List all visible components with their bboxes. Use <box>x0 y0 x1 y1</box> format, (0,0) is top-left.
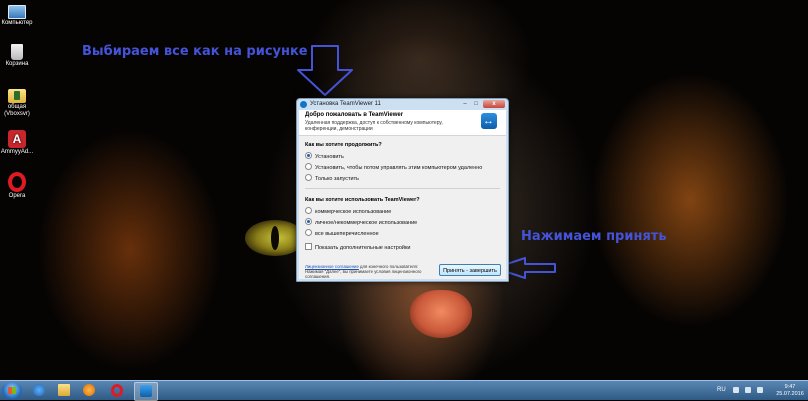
taskbar-teamviewer[interactable] <box>134 382 158 401</box>
internet-explorer-icon <box>33 384 45 396</box>
dialog-title: Установка TeamViewer 11 <box>310 101 381 107</box>
tray-arrow-icon[interactable] <box>733 387 739 393</box>
taskbar-media-player[interactable] <box>78 382 100 399</box>
divider <box>305 188 500 189</box>
teamviewer-icon <box>140 385 152 397</box>
license-text: Лицензионное соглашение для конечного по… <box>305 264 422 279</box>
checkbox-advanced-settings[interactable]: Показать дополнительные настройки <box>305 243 410 252</box>
minimize-button[interactable]: – <box>460 100 470 108</box>
radio-commercial[interactable]: коммерческое использование <box>305 207 391 216</box>
taskbar: RU 9:47 25.07.2016 <box>0 380 808 401</box>
header-subtitle: Удаленная поддержка, доступ к собственно… <box>305 120 443 132</box>
checkbox-icon <box>305 243 312 251</box>
radio-selected-icon <box>305 218 312 226</box>
dialog-footer: Лицензионное соглашение для конечного по… <box>299 261 506 279</box>
dialog-body: Как вы хотите продолжить? Установить Уст… <box>299 136 506 261</box>
radio-run-only[interactable]: Только запустить <box>305 174 359 183</box>
volume-icon[interactable] <box>757 387 763 393</box>
clock-date: 25.07.2016 <box>776 391 804 397</box>
dialog-titlebar[interactable]: Установка TeamViewer 11 – □ x <box>297 99 508 110</box>
maximize-button[interactable]: □ <box>471 100 481 108</box>
network-icon[interactable] <box>745 387 751 393</box>
question-how-use: Как вы хотите использовать TeamViewer? <box>305 197 420 203</box>
radio-icon <box>305 163 312 171</box>
radio-install[interactable]: Установить <box>305 152 344 161</box>
radio-selected-icon <box>305 152 312 160</box>
radio-icon <box>305 207 312 215</box>
media-player-icon <box>83 384 95 396</box>
teamviewer-setup-dialog: Установка TeamViewer 11 – □ x Добро пожа… <box>296 98 509 282</box>
dialog-header: Добро пожаловать в TeamViewer Удаленная … <box>299 110 506 136</box>
clock-time: 9:47 <box>784 384 796 390</box>
taskbar-clock[interactable]: 9:47 25.07.2016 <box>775 384 805 398</box>
accept-finish-button[interactable]: Принять - завершить <box>439 264 501 276</box>
close-button[interactable]: x <box>483 100 505 108</box>
radio-icon <box>305 229 312 237</box>
radio-all[interactable]: все вышеперечисленное <box>305 229 379 238</box>
taskbar-internet-explorer[interactable] <box>28 382 50 399</box>
teamviewer-icon <box>300 101 307 108</box>
taskbar-explorer[interactable] <box>53 382 75 399</box>
radio-personal[interactable]: личное/некоммерческое использование <box>305 218 417 227</box>
taskbar-opera[interactable] <box>105 382 127 399</box>
opera-icon <box>111 384 123 397</box>
header-title: Добро пожаловать в TeamViewer <box>305 112 404 118</box>
teamviewer-logo-icon <box>481 113 497 129</box>
arrow-down-icon <box>297 45 353 96</box>
radio-install-unattended[interactable]: Установить, чтобы потом управлять этим к… <box>305 163 482 172</box>
radio-icon <box>305 174 312 182</box>
explorer-folder-icon <box>58 384 70 396</box>
question-how-continue: Как вы хотите продолжить? <box>305 142 382 148</box>
language-indicator[interactable]: RU <box>717 387 726 393</box>
start-button[interactable] <box>2 382 22 399</box>
